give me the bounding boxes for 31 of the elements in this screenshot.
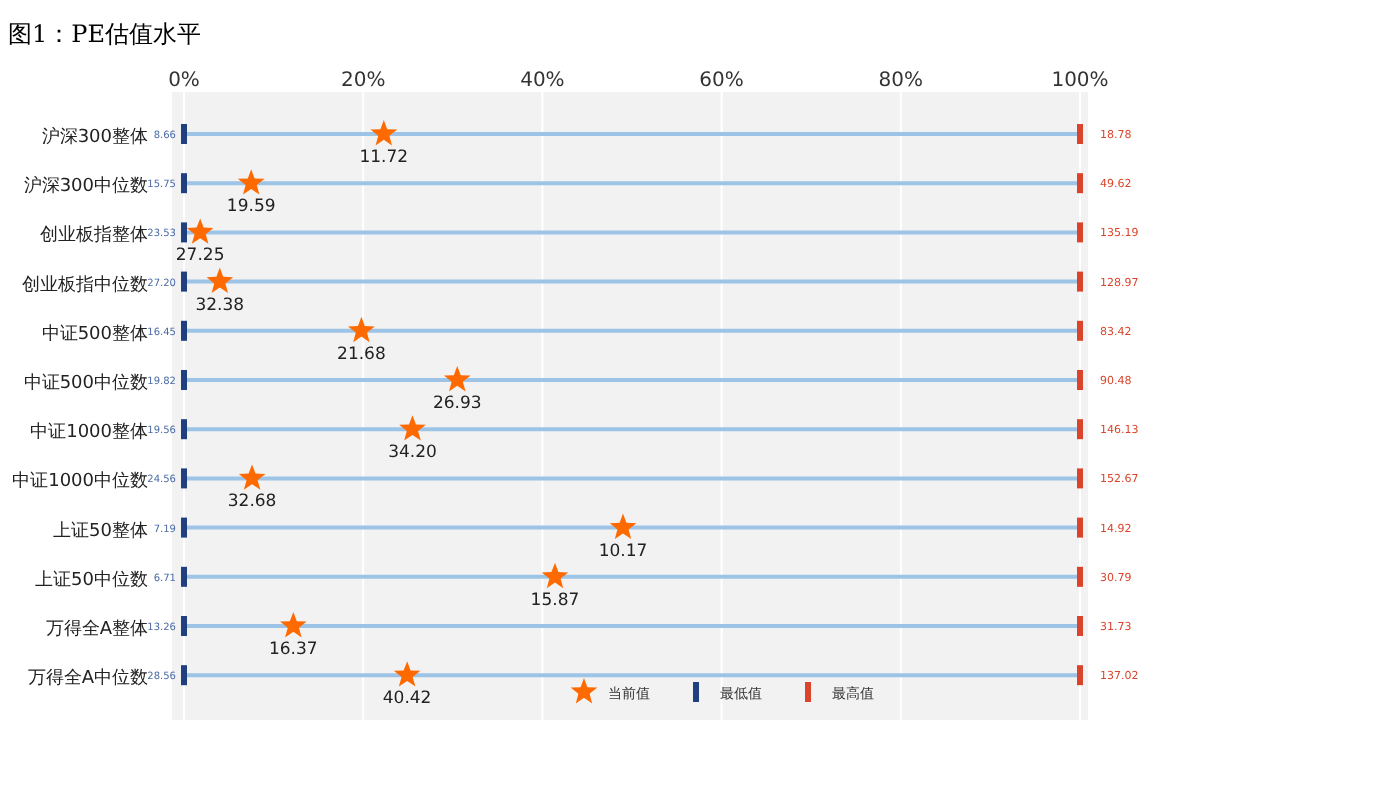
category-label: 中证1000中位数 [12, 472, 148, 493]
value-label: 15.87 [530, 590, 580, 611]
value-label: 26.93 [432, 394, 482, 414]
category-label: 中证500整体 [41, 324, 148, 345]
axis-tick-label: 100% [1051, 70, 1109, 92]
axis-tick-label: 0% [168, 70, 200, 92]
value-label: 21.68 [337, 344, 386, 365]
category-label: 沪深300整体 [41, 128, 148, 148]
category-label: 中证1000整体 [30, 423, 148, 444]
value-label: 32.68 [227, 492, 277, 513]
category-label: 创业板指中位数 [22, 275, 148, 296]
value-label: 34.20 [388, 443, 437, 464]
value-label: 10.17 [598, 541, 648, 562]
value-label: 16.37 [268, 640, 318, 660]
figure-title: 图1：PE估值水平 [8, 18, 201, 52]
category-label: 沪深300中位数 [23, 177, 148, 198]
value-label: 19.59 [226, 197, 276, 218]
value-label: 11.72 [359, 148, 409, 168]
axis-tick-label: 60% [699, 70, 744, 92]
category-label: 上证50整体 [53, 521, 148, 542]
category-label: 万得全A中位数 [27, 669, 148, 690]
value-label: 32.38 [195, 295, 245, 316]
category-label: 中证500中位数 [23, 374, 148, 394]
axis-tick-label: 80% [878, 70, 924, 92]
value-label: 27.25 [175, 246, 225, 267]
category-label: 创业板指整体 [40, 226, 148, 247]
value-label: 40.42 [382, 689, 432, 710]
axis-tick-label: 20% [340, 70, 386, 92]
axis-tick-label: 40% [520, 70, 565, 92]
category-label: 上证50中位数 [35, 570, 148, 591]
category-label: 万得全A整体 [45, 620, 148, 640]
